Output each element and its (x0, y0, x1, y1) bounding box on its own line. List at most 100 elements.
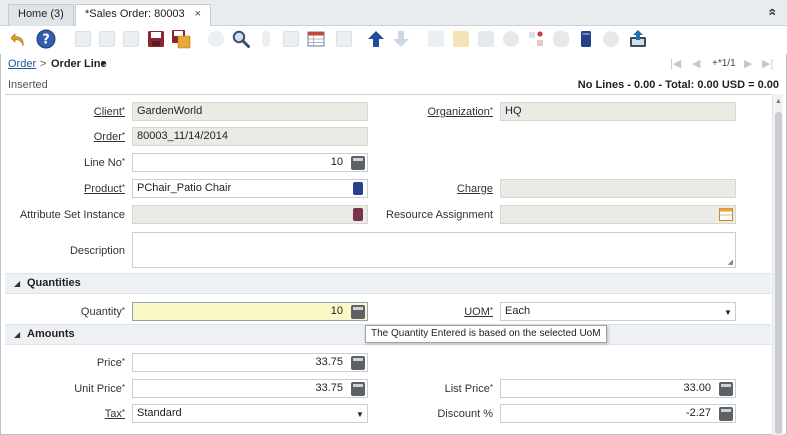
collapse-icon[interactable]: » (763, 8, 779, 16)
detail-record-button[interactable] (390, 28, 412, 50)
tab-sales-order-label: *Sales Order: 80003 (85, 8, 185, 20)
calculator-icon[interactable] (351, 356, 365, 370)
record-count: +*1/1 (712, 58, 736, 69)
quantity-input[interactable]: 10 (132, 302, 368, 321)
calculator-icon[interactable] (719, 407, 733, 421)
calculator-icon[interactable] (719, 382, 733, 396)
attribute-set-icon[interactable] (353, 208, 363, 221)
save-button[interactable] (145, 28, 167, 50)
order-line-form: Client* GardenWorld Organization* HQ Ord… (5, 94, 771, 435)
discount-input[interactable]: -2.27 (500, 404, 736, 423)
next-record-icon[interactable]: ▶ (744, 57, 752, 70)
arrow-up-icon (368, 31, 384, 47)
client-field: GardenWorld (132, 102, 368, 121)
quantities-section-header[interactable]: ◢ Quantities (5, 273, 771, 294)
undo-button[interactable] (8, 28, 30, 50)
breadcrumb: Order > Order Line ▾ |◀ ◀ +*1/1 ▶ ▶| (0, 55, 787, 75)
tax-select[interactable]: Standard (132, 404, 368, 423)
charge-field (500, 179, 736, 198)
new-button[interactable] (72, 28, 94, 50)
scrollbar-thumb[interactable] (775, 112, 782, 434)
product-info-button[interactable] (550, 28, 572, 50)
resize-handle-icon[interactable]: ◢ (728, 258, 733, 266)
chevron-down-icon[interactable]: ▼ (356, 410, 364, 419)
form-scrollbar[interactable]: ▲ (772, 94, 783, 435)
uom-select[interactable]: Each (500, 302, 736, 321)
report-button[interactable] (450, 28, 472, 50)
unit-price-input[interactable]: 33.75 (132, 379, 368, 398)
order-totals: No Lines - 0.00 - Total: 0.00 USD = 0.00 (577, 79, 779, 91)
history-button[interactable] (425, 28, 447, 50)
breadcrumb-separator: > (40, 58, 47, 70)
scroll-up-icon[interactable]: ▲ (775, 98, 782, 105)
export-button[interactable] (627, 28, 649, 50)
workflow-button[interactable] (525, 28, 547, 50)
line-no-label: Line No* (83, 157, 125, 169)
save-new-icon (172, 30, 191, 49)
workflow-icon (529, 31, 543, 46)
chevron-down-icon[interactable]: ▼ (724, 308, 732, 317)
detail-button[interactable] (333, 28, 355, 50)
zoom-button[interactable] (500, 28, 522, 50)
prev-record-icon[interactable]: ◀ (692, 57, 700, 70)
charge-label[interactable]: Charge (395, 183, 493, 195)
refresh-button[interactable] (205, 28, 227, 50)
resource-assignment-field (500, 205, 736, 224)
chat-button[interactable] (280, 28, 302, 50)
calculator-icon[interactable] (351, 156, 365, 170)
line-no-input[interactable]: 10 (132, 153, 368, 172)
search-icon (232, 30, 250, 48)
copy-icon (99, 31, 115, 47)
save-new-button[interactable] (170, 28, 192, 50)
calendar-icon[interactable] (719, 208, 733, 221)
grid-toggle-button[interactable] (305, 28, 327, 50)
organization-field: HQ (500, 102, 736, 121)
breadcrumb-order-link[interactable]: Order (8, 58, 36, 70)
organization-label[interactable]: Organization* (395, 106, 494, 118)
chevron-down-icon[interactable]: ▾ (101, 58, 106, 69)
record-status: Inserted (8, 79, 48, 91)
collapse-triangle-icon[interactable]: ◢ (14, 279, 20, 288)
calculator-icon[interactable] (351, 305, 365, 319)
tab-sales-order[interactable]: *Sales Order: 80003 × (75, 4, 212, 27)
attachment-icon (262, 31, 270, 47)
list-price-label: List Price* (444, 383, 493, 395)
price-input[interactable]: 33.75 (132, 353, 368, 372)
first-record-icon[interactable]: |◀ (670, 57, 681, 70)
edit-icon (123, 31, 139, 47)
svg-text:?: ? (42, 33, 50, 48)
quantity-label: Quantity* (80, 306, 125, 318)
edit-button[interactable] (120, 28, 142, 50)
product-label[interactable]: Product* (5, 183, 125, 195)
tax-label[interactable]: Tax* (5, 408, 125, 420)
status-line: Inserted No Lines - 0.00 - Total: 0.00 U… (0, 77, 787, 93)
order-label[interactable]: Order* (5, 131, 125, 143)
copy-button[interactable] (96, 28, 118, 50)
tab-home[interactable]: Home (3) (8, 4, 74, 26)
quantity-tooltip: The Quantity Entered is based on the sel… (365, 325, 607, 343)
product-input[interactable]: PChair_Patio Chair (132, 179, 368, 198)
undo-icon (10, 33, 24, 47)
print-button[interactable] (475, 28, 497, 50)
find-button[interactable] (230, 28, 252, 50)
list-price-input[interactable]: 33.00 (500, 379, 736, 398)
settings-button[interactable] (600, 28, 622, 50)
collapse-triangle-icon[interactable]: ◢ (14, 330, 20, 339)
client-label[interactable]: Client* (5, 106, 125, 118)
uom-label[interactable]: UOM* (395, 306, 493, 318)
calculator-icon[interactable] (351, 382, 365, 396)
report-icon (453, 31, 469, 47)
product-info-icon (553, 31, 569, 47)
breadcrumb-current[interactable]: Order Line (51, 58, 107, 70)
parent-record-button[interactable] (365, 28, 387, 50)
last-record-icon[interactable]: ▶| (762, 57, 773, 70)
help-button[interactable]: ? (35, 28, 57, 50)
close-icon[interactable]: × (195, 8, 201, 20)
help-icon: ? (36, 29, 56, 49)
arrow-down-icon (393, 31, 409, 47)
archive-button[interactable] (575, 28, 597, 50)
description-textarea[interactable]: ◢ (132, 232, 736, 268)
product-lookup-icon[interactable] (353, 182, 363, 195)
attach-button[interactable] (255, 28, 277, 50)
tab-home-label: Home (3) (18, 8, 64, 20)
